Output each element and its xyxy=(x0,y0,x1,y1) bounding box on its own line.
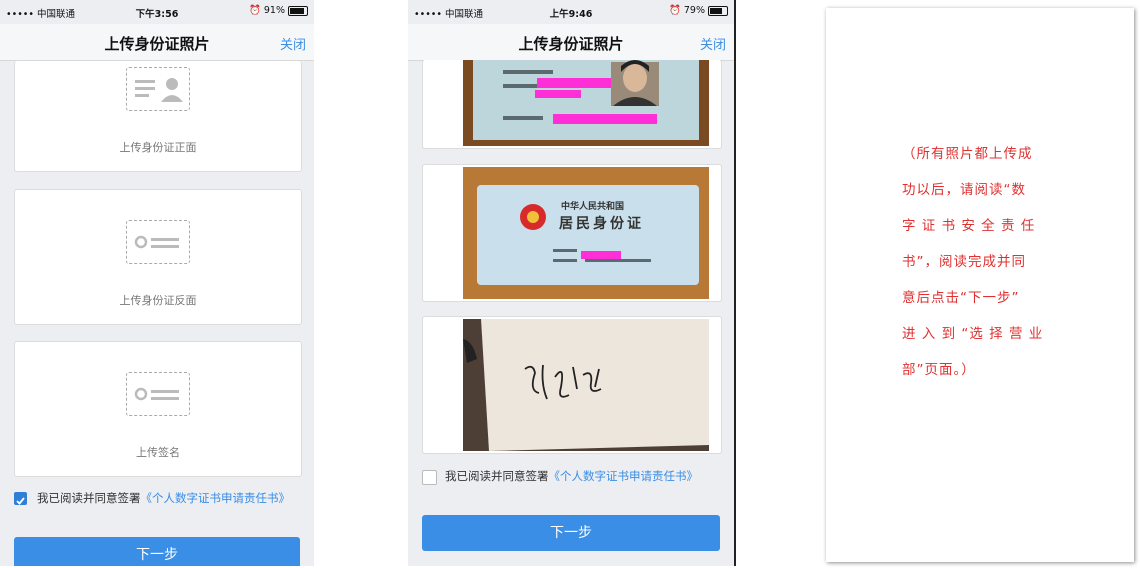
upload-card-signature[interactable] xyxy=(422,316,722,454)
close-button[interactable]: 关闭 xyxy=(700,34,726,53)
note-line-2: 功以后，请阅读“数 xyxy=(902,182,1026,198)
agreement-link[interactable]: 《个人数字证书申请责任书》 xyxy=(549,469,699,483)
battery-level xyxy=(290,7,304,14)
signature-photo xyxy=(463,319,709,451)
id-back-placeholder-icon xyxy=(126,220,190,264)
agree-checkbox[interactable] xyxy=(14,492,27,505)
agreement-text: 我已阅读并同意签署《个人数字证书申请责任书》 xyxy=(445,469,699,483)
card-label: 上传身份证正面 xyxy=(119,141,197,154)
next-step-button[interactable]: 下一步 xyxy=(14,537,300,566)
page-title: 上传身份证照片 xyxy=(518,35,624,53)
id-front-placeholder-icon xyxy=(126,67,190,111)
agreement-link[interactable]: 《个人数字证书申请责任书》 xyxy=(141,491,291,505)
status-bar: ••••• 中国联通 下午3:56 ⏰ 91% xyxy=(0,0,314,24)
note-line-7: 部”页面。） xyxy=(902,362,976,378)
card-label: 上传身份证反面 xyxy=(119,294,197,307)
alarm-icon: ⏰ xyxy=(249,5,261,16)
agreement-text: 我已阅读并同意签署《个人数字证书申请责任书》 xyxy=(37,491,291,505)
nav-bar: 上传身份证照片 关闭 xyxy=(408,24,734,61)
id-back-title-line2: 居民身份证 xyxy=(559,216,644,232)
upload-card-id-back[interactable]: 中华人民共和国 居民身份证 xyxy=(422,164,722,302)
upload-card-id-front[interactable]: 上传身份证正面 xyxy=(14,61,302,172)
id-back-photo: 中华人民共和国 居民身份证 xyxy=(463,167,709,299)
nav-bar: 上传身份证照片 关闭 xyxy=(0,24,314,61)
upload-card-signature[interactable]: 上传签名 xyxy=(14,341,302,477)
page-title: 上传身份证照片 xyxy=(104,35,210,53)
note-line-4: 书”，阅读完成并同 xyxy=(902,254,1026,270)
signature-placeholder-icon xyxy=(126,372,190,416)
upload-card-id-back[interactable]: 上传身份证反面 xyxy=(14,189,302,325)
upload-card-id-front[interactable] xyxy=(422,60,722,149)
id-front-photo xyxy=(463,60,709,146)
card-label: 上传签名 xyxy=(136,446,180,459)
note-line-1: （所有照片都上传成 xyxy=(902,146,1033,162)
battery-icon xyxy=(708,5,728,16)
next-step-button[interactable]: 下一步 xyxy=(422,515,720,551)
id-back-title-line1: 中华人民共和国 xyxy=(561,202,625,212)
battery-icon xyxy=(288,5,308,16)
note-line-6: 进 入 到 “选 择 营 业 xyxy=(902,326,1044,342)
status-bar: ••••• 中国联通 上午9:46 ⏰ 79% xyxy=(408,0,734,24)
instruction-note: （所有照片都上传成 功以后，请阅读“数 字 证 书 安 全 责 任 书”，阅读完… xyxy=(826,8,1134,562)
phone-screen-upload-filled: ••••• 中国联通 上午9:46 ⏰ 79% 上传身份证照片 关闭 中华人民共… xyxy=(408,0,736,566)
alarm-icon: ⏰ xyxy=(669,5,681,16)
note-line-5: 意后点击“下一步” xyxy=(902,290,1020,306)
note-line-3: 字 证 书 安 全 责 任 xyxy=(902,218,1036,234)
check-icon xyxy=(16,497,25,505)
phone-screen-upload-empty: ••••• 中国联通 下午3:56 ⏰ 91% 上传身份证照片 关闭 上传身份证… xyxy=(0,0,314,566)
close-button[interactable]: 关闭 xyxy=(280,34,306,53)
battery-level xyxy=(710,7,722,14)
battery-percent: 91% xyxy=(263,5,285,16)
agree-checkbox[interactable] xyxy=(422,470,437,485)
battery-percent: 79% xyxy=(683,5,705,16)
